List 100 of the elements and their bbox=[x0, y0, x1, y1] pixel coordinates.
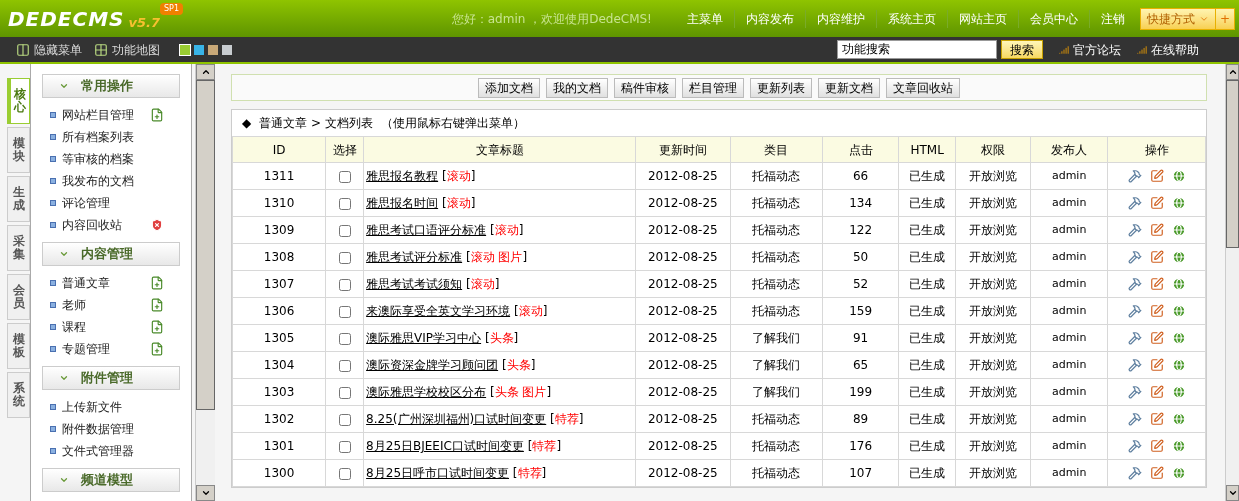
menu-group-header[interactable]: 频道模型 bbox=[42, 468, 180, 492]
side-tab[interactable]: 生成 bbox=[7, 176, 30, 222]
menu-item[interactable]: 普通文章 bbox=[62, 274, 110, 292]
side-tab[interactable]: 采集 bbox=[7, 225, 30, 271]
menu-item[interactable]: 内容回收站 bbox=[62, 216, 122, 234]
tools-icon[interactable] bbox=[1127, 331, 1142, 345]
scroll-up-button[interactable] bbox=[196, 64, 215, 80]
toolbar-link[interactable]: 功能地图 bbox=[94, 40, 160, 59]
help-link[interactable]: 官方论坛 bbox=[1059, 40, 1121, 59]
skin-swatch[interactable] bbox=[208, 44, 218, 55]
side-tab[interactable]: 模块 bbox=[7, 127, 30, 173]
menu-item[interactable]: 附件数据管理 bbox=[62, 420, 134, 438]
globe-icon[interactable] bbox=[1171, 466, 1186, 480]
article-link[interactable]: 澳际雅思学校校区分布 bbox=[366, 385, 487, 399]
menu-item[interactable]: 文件式管理器 bbox=[62, 442, 134, 460]
scroll-thumb[interactable] bbox=[1226, 80, 1239, 248]
article-link[interactable]: 雅思考试口语评分标准 bbox=[366, 223, 487, 237]
tools-icon[interactable] bbox=[1127, 250, 1142, 264]
side-tab[interactable]: 模板 bbox=[7, 323, 30, 369]
article-link[interactable]: 8.25(广州深圳福州)口试时间变更 bbox=[366, 412, 547, 426]
edit-icon[interactable] bbox=[1149, 412, 1164, 426]
tools-icon[interactable] bbox=[1127, 196, 1142, 210]
tools-icon[interactable] bbox=[1127, 466, 1142, 480]
edit-icon[interactable] bbox=[1149, 196, 1164, 210]
article-link[interactable]: 雅思报名时间 bbox=[366, 196, 439, 210]
skin-swatch[interactable] bbox=[180, 44, 190, 55]
globe-icon[interactable] bbox=[1171, 223, 1186, 237]
search-field[interactable]: 功能搜索 bbox=[837, 40, 997, 59]
row-checkbox[interactable] bbox=[338, 467, 351, 480]
menu-item[interactable]: 专题管理 bbox=[62, 340, 110, 358]
tools-icon[interactable] bbox=[1127, 277, 1142, 291]
article-link[interactable]: 澳际资深金牌学习顾问团 bbox=[366, 358, 499, 372]
globe-icon[interactable] bbox=[1171, 169, 1186, 183]
toolbar-link[interactable]: 隐藏菜单 bbox=[16, 40, 82, 59]
globe-icon[interactable] bbox=[1171, 196, 1186, 210]
edit-icon[interactable] bbox=[1149, 331, 1164, 345]
action-button[interactable]: 稿件审核 bbox=[614, 77, 676, 98]
row-checkbox[interactable] bbox=[338, 170, 351, 183]
tools-icon[interactable] bbox=[1127, 412, 1142, 426]
row-checkbox[interactable] bbox=[338, 386, 351, 399]
search-button[interactable]: 搜索 bbox=[1001, 40, 1043, 59]
shortcut-button[interactable]: 快捷方式 bbox=[1140, 8, 1215, 29]
menu-group-header[interactable]: 内容管理 bbox=[42, 242, 180, 266]
add-file-icon[interactable] bbox=[150, 320, 164, 334]
tools-icon[interactable] bbox=[1127, 223, 1142, 237]
scrollbar[interactable] bbox=[1225, 64, 1239, 501]
action-button[interactable]: 文章回收站 bbox=[886, 77, 960, 98]
edit-icon[interactable] bbox=[1149, 304, 1164, 318]
menu-item[interactable]: 上传新文件 bbox=[62, 398, 122, 416]
edit-icon[interactable] bbox=[1149, 169, 1164, 183]
scroll-down-button[interactable] bbox=[1226, 485, 1239, 501]
skin-swatch[interactable] bbox=[222, 44, 232, 55]
scroll-up-button[interactable] bbox=[1226, 64, 1239, 80]
globe-icon[interactable] bbox=[1171, 358, 1186, 372]
edit-icon[interactable] bbox=[1149, 466, 1164, 480]
edit-icon[interactable] bbox=[1149, 439, 1164, 453]
scroll-down-button[interactable] bbox=[196, 485, 215, 501]
row-checkbox[interactable] bbox=[338, 305, 351, 318]
side-tab[interactable]: 会员 bbox=[7, 274, 30, 320]
menu-item[interactable]: 老师 bbox=[62, 296, 86, 314]
edit-icon[interactable] bbox=[1149, 223, 1164, 237]
add-file-icon[interactable] bbox=[150, 108, 164, 122]
action-button[interactable]: 我的文档 bbox=[546, 77, 608, 98]
row-checkbox[interactable] bbox=[338, 359, 351, 372]
menu-item[interactable]: 课程 bbox=[62, 318, 86, 336]
globe-icon[interactable] bbox=[1171, 439, 1186, 453]
article-link[interactable]: 8月25日BJEEIC口试时间变更 bbox=[366, 439, 524, 453]
scroll-thumb[interactable] bbox=[196, 80, 215, 410]
globe-icon[interactable] bbox=[1171, 412, 1186, 426]
article-link[interactable]: 来澳际享受全英文学习环境 bbox=[366, 304, 511, 318]
menu-item[interactable]: 等审核的档案 bbox=[62, 150, 134, 168]
add-file-icon[interactable] bbox=[150, 276, 164, 290]
edit-icon[interactable] bbox=[1149, 250, 1164, 264]
row-checkbox[interactable] bbox=[338, 197, 351, 210]
menu-item[interactable]: 我发布的文档 bbox=[62, 172, 134, 190]
delete-icon[interactable] bbox=[150, 218, 164, 232]
help-link[interactable]: 在线帮助 bbox=[1137, 40, 1199, 59]
side-tab[interactable]: 核心 bbox=[7, 78, 30, 124]
tools-icon[interactable] bbox=[1127, 439, 1142, 453]
tools-icon[interactable] bbox=[1127, 169, 1142, 183]
row-checkbox[interactable] bbox=[338, 251, 351, 264]
article-link[interactable]: 澳际雅思VIP学习中心 bbox=[366, 331, 482, 345]
article-link[interactable]: 雅思考试评分标准 bbox=[366, 250, 463, 264]
action-button[interactable]: 添加文档 bbox=[478, 77, 540, 98]
tools-icon[interactable] bbox=[1127, 385, 1142, 399]
tools-icon[interactable] bbox=[1127, 358, 1142, 372]
globe-icon[interactable] bbox=[1171, 304, 1186, 318]
action-button[interactable]: 更新文档 bbox=[818, 77, 880, 98]
action-button[interactable]: 更新列表 bbox=[750, 77, 812, 98]
action-button[interactable]: 栏目管理 bbox=[682, 77, 744, 98]
menu-item[interactable]: 评论管理 bbox=[62, 194, 110, 212]
globe-icon[interactable] bbox=[1171, 277, 1186, 291]
row-checkbox[interactable] bbox=[338, 413, 351, 426]
add-file-icon[interactable] bbox=[150, 298, 164, 312]
row-checkbox[interactable] bbox=[338, 440, 351, 453]
row-checkbox[interactable] bbox=[338, 278, 351, 291]
globe-icon[interactable] bbox=[1171, 250, 1186, 264]
menu-item[interactable]: 所有档案列表 bbox=[62, 128, 134, 146]
add-file-icon[interactable] bbox=[150, 342, 164, 356]
article-link[interactable]: 雅思报名教程 bbox=[366, 169, 439, 183]
